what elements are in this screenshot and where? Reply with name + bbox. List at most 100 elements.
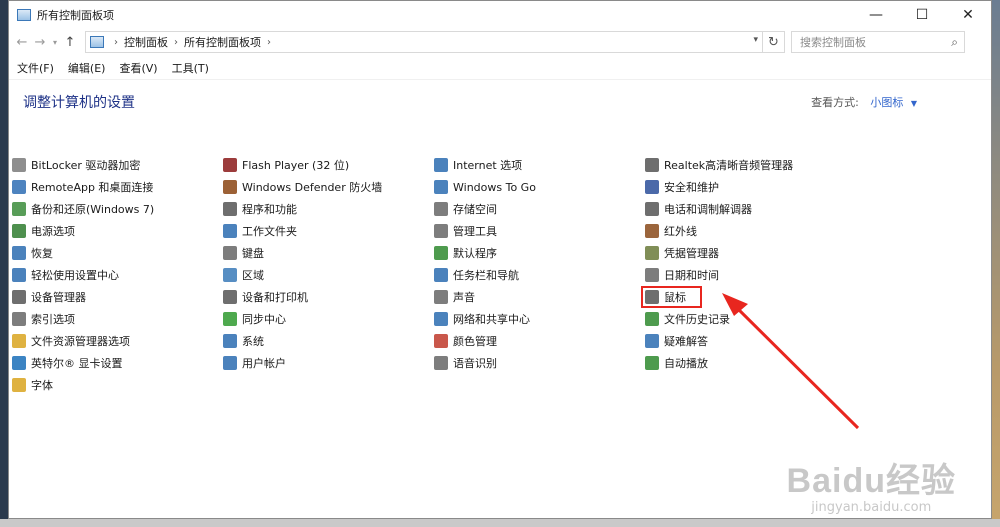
control-panel-item[interactable]: Windows To Go <box>434 176 645 198</box>
fonts-icon <box>12 378 26 392</box>
control-panel-item[interactable]: 备份和还原(Windows 7) <box>12 198 223 220</box>
control-panel-item[interactable]: 凭据管理器 <box>645 242 856 264</box>
item-content: 日期和时间 <box>645 267 719 283</box>
breadcrumb-all-items[interactable]: 所有控制面板项 <box>184 34 261 50</box>
network-icon <box>434 312 448 326</box>
menu-edit[interactable]: 编辑(E) <box>68 60 106 76</box>
control-panel-item[interactable]: 英特尔® 显卡设置 <box>12 352 223 374</box>
control-panel-item[interactable]: 区域 <box>223 264 434 286</box>
breadcrumb-separator-icon[interactable]: › <box>267 37 271 48</box>
control-panel-item[interactable]: 鼠标 <box>641 286 856 308</box>
view-by-control: 查看方式: 小图标 ▼ <box>811 94 917 110</box>
control-panel-item[interactable]: 程序和功能 <box>223 198 434 220</box>
control-panel-item[interactable]: 声音 <box>434 286 645 308</box>
control-panel-item[interactable]: Internet 选项 <box>434 154 645 176</box>
phone-modem-icon <box>645 202 659 216</box>
admin-tools-icon <box>434 224 448 238</box>
view-by-dropdown[interactable]: 小图标 <box>870 96 903 109</box>
menu-tools[interactable]: 工具(T) <box>172 60 209 76</box>
address-bar[interactable]: › 控制面板 › 所有控制面板项 › ▾ <box>85 31 763 53</box>
item-label: 默认程序 <box>453 247 497 260</box>
control-panel-item[interactable]: 设备管理器 <box>12 286 223 308</box>
minimize-button[interactable]: — <box>853 1 899 29</box>
search-icon[interactable]: ⌕ <box>951 35 958 50</box>
item-content: Realtek高清晰音频管理器 <box>645 157 793 173</box>
item-content: 凭据管理器 <box>645 245 719 261</box>
menu-file[interactable]: 文件(F) <box>17 60 54 76</box>
control-panel-item[interactable]: 轻松使用设置中心 <box>12 264 223 286</box>
item-content: 电话和调制解调器 <box>645 201 752 217</box>
control-panel-item[interactable]: 索引选项 <box>12 308 223 330</box>
chevron-down-icon[interactable]: ▼ <box>911 99 917 108</box>
up-arrow-icon[interactable]: ↑ <box>61 31 79 53</box>
navigation-bar: ← → ▾ ↑ › 控制面板 › 所有控制面板项 › ▾ ↻ ⌕ <box>9 29 991 55</box>
control-panel-item[interactable]: 自动播放 <box>645 352 856 374</box>
back-arrow-icon[interactable]: ← <box>13 31 31 53</box>
control-panel-item[interactable]: 网络和共享中心 <box>434 308 645 330</box>
control-panel-item[interactable]: 日期和时间 <box>645 264 856 286</box>
control-panel-item[interactable]: 用户帐户 <box>223 352 434 374</box>
item-label: 字体 <box>31 379 53 392</box>
item-label: RemoteApp 和桌面连接 <box>31 181 154 194</box>
address-dropdown-icon[interactable]: ▾ <box>753 35 758 45</box>
forward-arrow-icon[interactable]: → <box>31 31 49 53</box>
item-content: 字体 <box>12 377 53 393</box>
close-button[interactable]: ✕ <box>945 1 991 29</box>
control-panel-item[interactable]: Windows Defender 防火墙 <box>223 176 434 198</box>
item-content: 语音识别 <box>434 355 497 371</box>
control-panel-item[interactable]: 系统 <box>223 330 434 352</box>
recent-locations-chevron-icon[interactable]: ▾ <box>49 31 61 53</box>
breadcrumb-separator-icon[interactable]: › <box>114 37 118 48</box>
control-panel-item[interactable]: 文件资源管理器选项 <box>12 330 223 352</box>
control-panel-item[interactable]: RemoteApp 和桌面连接 <box>12 176 223 198</box>
breadcrumb-control-panel[interactable]: 控制面板 <box>124 34 168 50</box>
backup-icon <box>12 202 26 216</box>
control-panel-item[interactable]: 存储空间 <box>434 198 645 220</box>
control-panel-item[interactable]: 工作文件夹 <box>223 220 434 242</box>
item-label: 用户帐户 <box>242 357 286 370</box>
control-panel-item[interactable]: 疑难解答 <box>645 330 856 352</box>
item-label: 存储空间 <box>453 203 497 216</box>
recovery-icon <box>12 246 26 260</box>
control-panel-item[interactable]: 管理工具 <box>434 220 645 242</box>
control-panel-item[interactable]: 设备和打印机 <box>223 286 434 308</box>
control-panel-item[interactable]: 安全和维护 <box>645 176 856 198</box>
item-content: 索引选项 <box>12 311 75 327</box>
maximize-button[interactable]: ☐ <box>899 1 945 29</box>
control-panel-item[interactable]: BitLocker 驱动器加密 <box>12 154 223 176</box>
item-content: 同步中心 <box>223 311 286 327</box>
flash-icon <box>223 158 237 172</box>
title-bar[interactable]: 所有控制面板项 — ☐ ✕ <box>9 1 991 29</box>
control-panel-item[interactable]: 默认程序 <box>434 242 645 264</box>
control-panel-item[interactable]: 同步中心 <box>223 308 434 330</box>
control-panel-item[interactable]: Realtek高清晰音频管理器 <box>645 154 856 176</box>
autoplay-icon <box>645 356 659 370</box>
control-panel-item[interactable]: 颜色管理 <box>434 330 645 352</box>
control-panel-item[interactable]: 字体 <box>12 374 223 396</box>
search-input[interactable] <box>798 34 942 50</box>
search-box[interactable]: ⌕ <box>791 31 965 53</box>
item-content: 用户帐户 <box>223 355 286 371</box>
menu-view[interactable]: 查看(V) <box>119 60 157 76</box>
default-programs-icon <box>434 246 448 260</box>
watermark: Baidu经验 jingyan.baidu.com <box>787 453 956 515</box>
control-panel-item[interactable]: 红外线 <box>645 220 856 242</box>
item-label: 声音 <box>453 291 475 304</box>
control-panel-item[interactable]: 文件历史记录 <box>645 308 856 330</box>
control-panel-item[interactable]: Flash Player (32 位) <box>223 154 434 176</box>
window-controls: — ☐ ✕ <box>853 1 991 29</box>
item-content: 文件资源管理器选项 <box>12 333 130 349</box>
menu-bar: 文件(F) 编辑(E) 查看(V) 工具(T) <box>9 57 991 79</box>
control-panel-item[interactable]: 语音识别 <box>434 352 645 374</box>
control-panel-item[interactable]: 恢复 <box>12 242 223 264</box>
region-icon <box>223 268 237 282</box>
control-panel-item[interactable]: 任务栏和导航 <box>434 264 645 286</box>
item-content: 声音 <box>434 289 475 305</box>
refresh-icon[interactable]: ↻ <box>763 31 785 53</box>
item-label: 语音识别 <box>453 357 497 370</box>
item-label: Realtek高清晰音频管理器 <box>664 159 794 172</box>
control-panel-item[interactable]: 电源选项 <box>12 220 223 242</box>
control-panel-item[interactable]: 电话和调制解调器 <box>645 198 856 220</box>
control-panel-item[interactable]: 键盘 <box>223 242 434 264</box>
breadcrumb-separator-icon[interactable]: › <box>174 37 178 48</box>
